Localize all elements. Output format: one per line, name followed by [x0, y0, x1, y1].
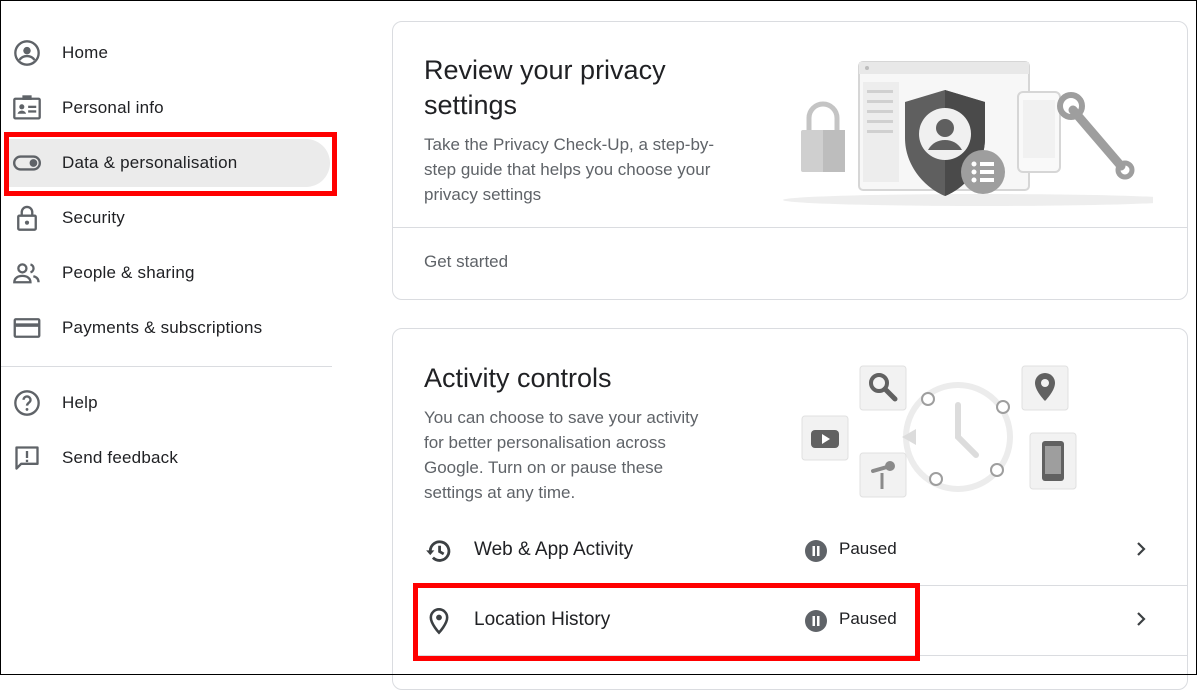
pause-circle-icon — [805, 540, 827, 562]
status-label: Paused — [839, 609, 897, 628]
lock-icon — [12, 203, 42, 233]
get-started-link[interactable]: Get started — [424, 252, 508, 272]
sidebar-item-label: Send feedback — [62, 448, 179, 467]
card-description-line-2: for better personalisation across — [424, 433, 666, 452]
card-title-line-2: settings — [424, 90, 518, 120]
sidebar-nav: Home Personal info Data & personalisatio… — [0, 0, 335, 675]
sidebar-item-label: Data & personalisation — [62, 153, 238, 172]
account-circle-icon — [12, 38, 42, 68]
sidebar-item-payments-subscriptions[interactable]: Payments & subscriptions — [0, 304, 330, 352]
privacy-illustration — [783, 61, 1153, 206]
activity-row-label: Web & App Activity — [474, 539, 634, 560]
card-title-line-1: Review your privacy — [424, 55, 666, 85]
activity-controls-illustration — [801, 365, 1077, 498]
card-description-line-1: Take the Privacy Check-Up, a step-by- — [424, 135, 715, 154]
activity-row-web-app[interactable]: Web & App Activity Paused — [414, 515, 1187, 585]
sidebar-item-label: Help — [62, 393, 98, 412]
people-icon — [12, 258, 42, 288]
activity-row-location-history[interactable]: Location History Paused — [414, 585, 1187, 655]
sidebar-item-people-sharing[interactable]: People & sharing — [0, 249, 330, 297]
credit-card-icon — [12, 313, 42, 343]
chevron-right-icon — [1137, 612, 1146, 626]
sidebar-item-data-personalisation[interactable]: Data & personalisation — [8, 139, 330, 187]
sidebar-item-send-feedback[interactable]: Send feedback — [0, 434, 330, 482]
toggle-icon — [12, 148, 42, 178]
card-description-line-2: step guide that helps you choose your — [424, 160, 711, 179]
sidebar-item-security[interactable]: Security — [0, 194, 330, 242]
history-icon — [424, 536, 454, 566]
sidebar-item-label: Home — [62, 43, 109, 62]
card-title: Activity controls — [424, 363, 612, 393]
privacy-checkup-card: Review your privacy settings Take the Pr… — [392, 21, 1188, 300]
sidebar-divider — [0, 366, 332, 367]
feedback-icon — [12, 443, 42, 473]
pause-circle-icon — [805, 610, 827, 632]
sidebar-item-label: Payments & subscriptions — [62, 318, 263, 337]
activity-controls-card: Activity controls You can choose to save… — [392, 328, 1188, 690]
help-icon — [12, 388, 42, 418]
id-card-icon — [12, 93, 42, 123]
sidebar-item-label: People & sharing — [62, 263, 195, 282]
card-divider — [393, 227, 1187, 228]
sidebar-item-help[interactable]: Help — [0, 379, 330, 427]
card-description-line-3: privacy settings — [424, 185, 542, 204]
sidebar-item-home[interactable]: Home — [0, 29, 330, 77]
status-label: Paused — [839, 539, 897, 558]
sidebar-item-label: Personal info — [62, 98, 164, 117]
location-pin-icon — [424, 606, 454, 636]
sidebar-item-personal-info[interactable]: Personal info — [0, 84, 330, 132]
activity-row-label: Location History — [474, 609, 611, 630]
card-description-line-1: You can choose to save your activity — [424, 408, 699, 427]
chevron-right-icon — [1137, 542, 1146, 556]
row-divider — [414, 655, 1187, 656]
card-description-line-3: Google. Turn on or pause these — [424, 458, 664, 477]
sidebar-item-label: Security — [62, 208, 126, 227]
card-description-line-4: settings at any time. — [424, 483, 576, 502]
